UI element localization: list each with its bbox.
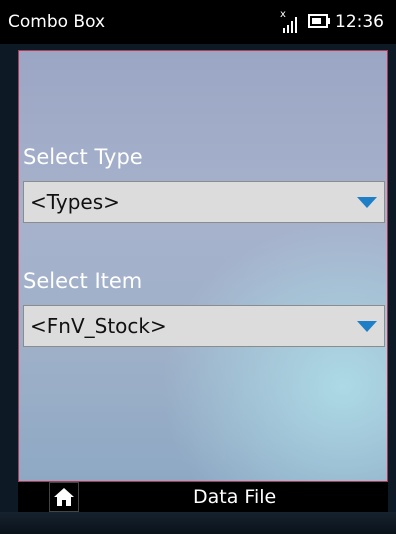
type-combo-value: <Types> — [30, 190, 120, 214]
svg-text:x: x — [280, 9, 286, 20]
clock: 12:36 — [335, 12, 384, 32]
form-panel: Select Type <Types> Select Item <FnV_Sto… — [18, 50, 388, 482]
item-combo-value: <FnV_Stock> — [30, 314, 167, 338]
bottom-title: Data File — [193, 486, 277, 508]
select-type-label: Select Type — [23, 145, 143, 169]
chevron-down-icon — [357, 321, 377, 332]
home-icon — [54, 488, 74, 506]
item-combo-box[interactable]: <FnV_Stock> — [23, 305, 385, 347]
status-bar: Combo Box x 12:36 — [0, 0, 396, 44]
footer-area — [0, 512, 396, 534]
home-button[interactable] — [49, 482, 79, 512]
no-signal-icon: x — [280, 8, 304, 34]
chevron-down-icon — [357, 197, 377, 208]
select-item-label: Select Item — [23, 269, 143, 293]
bottom-bar: Data File — [18, 482, 388, 512]
type-combo-box[interactable]: <Types> — [23, 181, 385, 223]
app-title: Combo Box — [8, 12, 106, 32]
